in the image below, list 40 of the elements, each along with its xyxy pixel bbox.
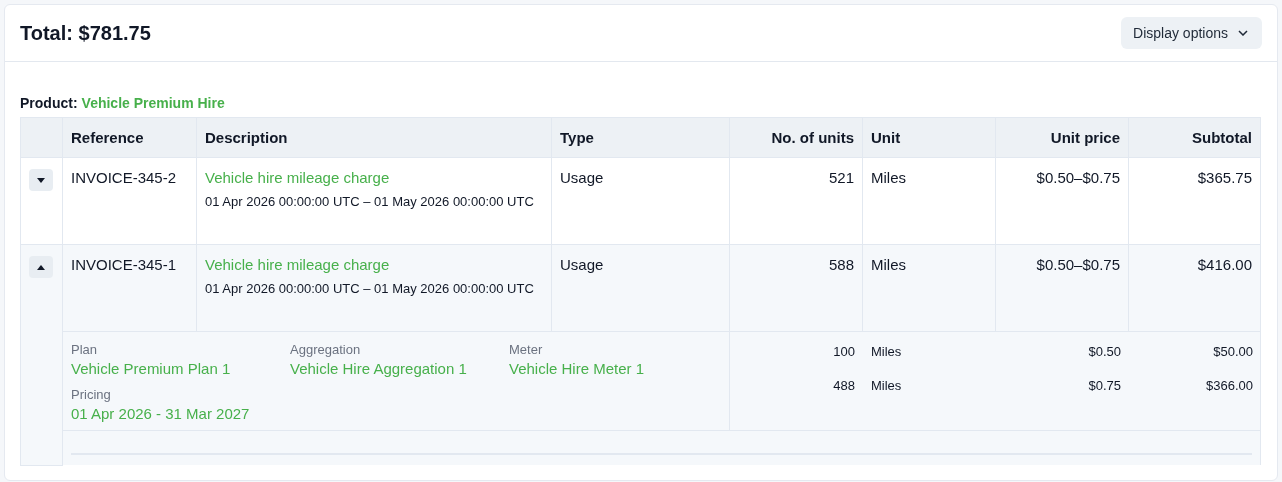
table-cell: $416.00 bbox=[1128, 244, 1261, 332]
product-link[interactable]: Vehicle Premium Hire bbox=[81, 95, 225, 111]
table-cell: INVOICE-345-2 bbox=[62, 157, 197, 245]
field-link[interactable]: Vehicle Hire Meter 1 bbox=[509, 360, 645, 377]
expand-toggle-button[interactable] bbox=[29, 256, 53, 278]
column-header: No. of units bbox=[729, 117, 863, 158]
display-options-button[interactable]: Display options bbox=[1121, 17, 1262, 49]
field-label: Aggregation bbox=[290, 342, 362, 357]
field-link[interactable]: 01 Apr 2026 - 31 Mar 2027 bbox=[71, 405, 250, 422]
caret-down-icon bbox=[37, 177, 45, 183]
field-link[interactable]: Vehicle Hire Aggregation 1 bbox=[290, 360, 467, 377]
table-cell: 588 bbox=[729, 244, 863, 332]
table-cell: Miles bbox=[862, 157, 996, 245]
table-cell: $365.75 bbox=[1128, 157, 1261, 245]
table-cell: $0.50–$0.75 bbox=[995, 157, 1129, 245]
column-header: Unit price bbox=[995, 117, 1129, 158]
column-header: Unit bbox=[862, 117, 996, 158]
description-link[interactable]: Vehicle hire mileage charge bbox=[205, 169, 543, 186]
column-header: Reference bbox=[62, 117, 197, 158]
description-link[interactable]: Vehicle hire mileage charge bbox=[205, 256, 543, 273]
table-cell: Usage bbox=[551, 157, 730, 245]
column-header: Subtotal bbox=[1128, 117, 1261, 158]
billing-period: 01 Apr 2026 00:00:00 UTC – 01 May 2026 00:00:00 UTC bbox=[205, 280, 535, 298]
table-cell: 521 bbox=[729, 157, 863, 245]
billing-period: 01 Apr 2026 00:00:00 UTC – 01 May 2026 00:00:00 UTC bbox=[205, 193, 535, 211]
expand-toggle-button[interactable] bbox=[29, 169, 53, 191]
column-header: Type bbox=[551, 117, 730, 158]
caret-up-icon bbox=[37, 264, 45, 270]
field-link[interactable]: Vehicle Premium Plan 1 bbox=[71, 360, 231, 377]
chevron-down-icon bbox=[1238, 30, 1248, 36]
table-cell: Usage bbox=[551, 244, 730, 332]
table-cell: Miles bbox=[862, 244, 996, 332]
total-amount: Total: $781.75 bbox=[20, 21, 151, 45]
column-header: Description bbox=[196, 117, 552, 158]
product-label: Product: bbox=[20, 95, 78, 111]
table-cell: INVOICE-345-1 bbox=[62, 244, 197, 332]
field-label: Plan bbox=[71, 342, 99, 357]
field-label: Pricing bbox=[71, 387, 112, 402]
table-cell: $0.50–$0.75 bbox=[995, 244, 1129, 332]
field-label: Meter bbox=[509, 342, 544, 357]
